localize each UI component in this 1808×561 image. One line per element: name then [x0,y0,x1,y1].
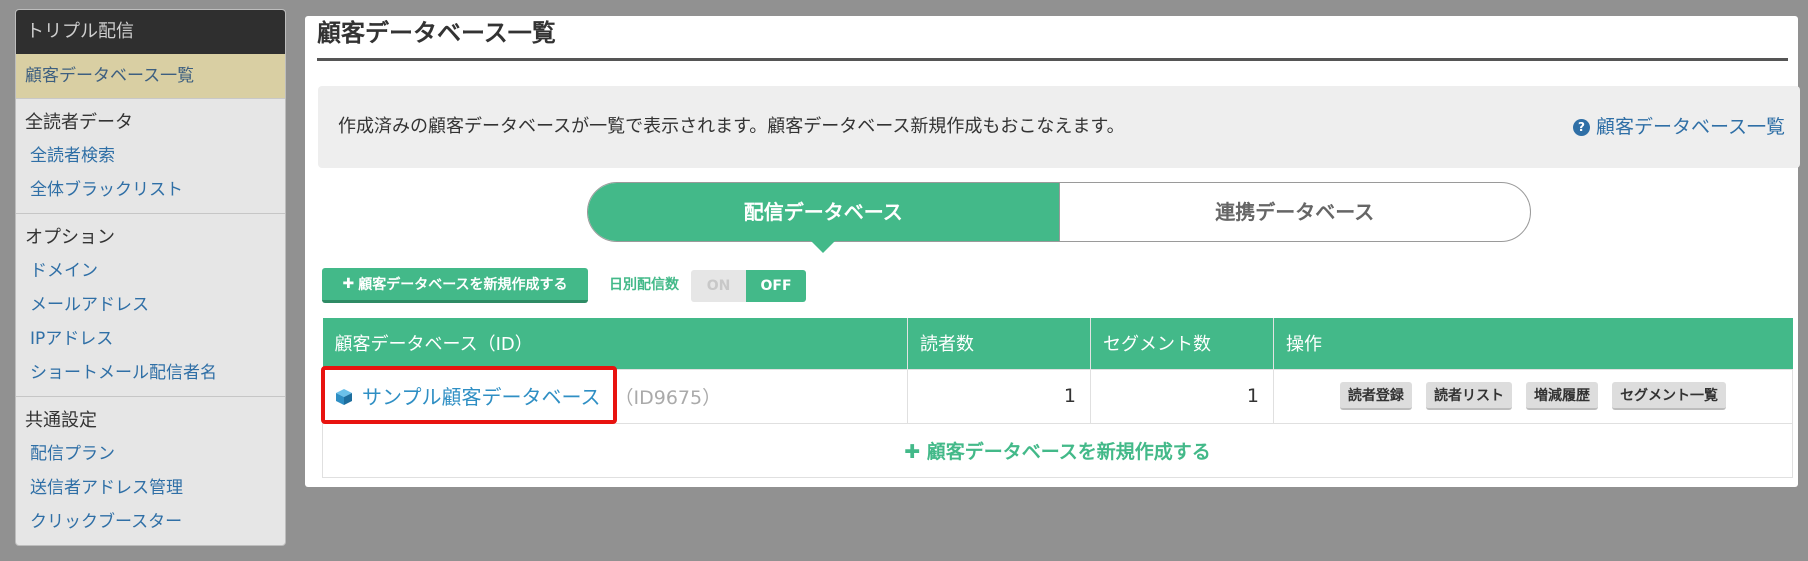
help-link-label: 顧客データベース一覧 [1595,116,1785,138]
sidebar-section-title: 共通設定 [25,410,97,431]
register-reader-button[interactable]: 読者登録 [1339,382,1412,410]
sidebar-item-sms-sender-name[interactable]: ショートメール配信者名 [16,356,285,390]
sidebar-item-ip-address[interactable]: IPアドレス [16,322,285,356]
change-history-button[interactable]: 増減履歴 [1526,382,1599,410]
table-footer-row: ✚ 顧客データベースを新規作成する [322,422,1793,478]
toggle-on-option[interactable]: ON [691,270,746,302]
column-header-actions: 操作 [1273,318,1793,369]
sidebar-item-click-booster[interactable]: クリックブースター [16,505,285,539]
sidebar-section-options: オプション ドメイン メールアドレス IPアドレス ショートメール配信者名 [16,214,285,397]
plus-icon: ✚ [342,276,355,292]
page-title: 顧客データベース一覧 [317,16,1788,61]
daily-count-label: 日別配信数 [609,277,679,293]
reader-list-button[interactable]: 読者リスト [1425,382,1512,410]
info-box: 作成済みの顧客データベースが一覧で表示されます。顧客データベース新規作成もおこな… [318,86,1800,168]
column-header-segments: セグメント数 [1090,318,1274,369]
info-text: 作成済みの顧客データベースが一覧で表示されます。顧客データベース新規作成もおこな… [338,116,1125,137]
sidebar-section-title: オプション [25,227,115,248]
column-header-database: 顧客データベース（ID） [322,318,908,369]
main-panel: 顧客データベース一覧 作成済みの顧客データベースが一覧で表示されます。顧客データ… [305,16,1800,487]
sidebar-item-sender-address[interactable]: 送信者アドレス管理 [16,471,285,505]
database-table: 顧客データベース（ID） 読者数 セグメント数 操作 サンプル顧客データベース … [321,318,1793,478]
sidebar-app-title: トリプル配信 [16,10,285,54]
sidebar-item-all-reader-search[interactable]: 全読者検索 [16,139,285,173]
tab-delivery-database[interactable]: 配信データベース [588,183,1060,253]
database-id: （ID9675） [614,387,722,409]
database-type-tabs: 配信データベース 連携データベース [587,182,1531,253]
sidebar-item-delivery-plan[interactable]: 配信プラン [16,437,285,471]
sidebar-item-global-blacklist[interactable]: 全体ブラックリスト [16,173,285,207]
create-database-button[interactable]: ✚ 顧客データベースを新規作成する [322,268,588,303]
daily-count-toggle[interactable]: ON OFF [691,270,806,302]
database-name-cell: サンプル顧客データベース （ID9675） [321,365,908,424]
sidebar-section-title: 全読者データ [25,112,133,133]
toggle-off-option[interactable]: OFF [746,270,806,302]
sidebar-item-email-address[interactable]: メールアドレス [16,288,285,322]
table-row: サンプル顧客データベース （ID9675） 1 1 読者登録 読者リスト 増減履… [321,365,1793,424]
question-icon: ? [1572,118,1590,136]
highlight-box [321,365,617,424]
footer-create-link[interactable]: ✚ 顧客データベースを新規作成する [322,422,1793,478]
actions-cell: 読者登録 読者リスト 増減履歴 セグメント一覧 [1273,368,1793,424]
plus-icon: ✚ [904,440,921,463]
table-header-row: 顧客データベース（ID） 読者数 セグメント数 操作 [322,318,1793,369]
footer-create-label: 顧客データベースを新規作成する [926,440,1211,463]
tab-linked-database[interactable]: 連携データベース [1060,183,1531,241]
segment-list-button[interactable]: セグメント一覧 [1612,382,1727,410]
column-header-readers: 読者数 [907,318,1091,369]
readers-count: 1 [907,368,1091,424]
help-link[interactable]: ? 顧客データベース一覧 [1572,86,1785,168]
sidebar-section-all-readers: 全読者データ 全読者検索 全体ブラックリスト [16,99,285,214]
create-database-label: 顧客データベースを新規作成する [358,277,568,293]
sidebar-section-common-settings: 共通設定 配信プラン 送信者アドレス管理 クリックブースター [16,397,285,545]
segments-count: 1 [1090,368,1274,424]
sidebar-item-customer-db-list[interactable]: 顧客データベース一覧 [16,54,285,99]
sidebar: トリプル配信 顧客データベース一覧 全読者データ 全読者検索 全体ブラックリスト… [15,9,286,546]
sidebar-item-domain[interactable]: ドメイン [16,254,285,288]
